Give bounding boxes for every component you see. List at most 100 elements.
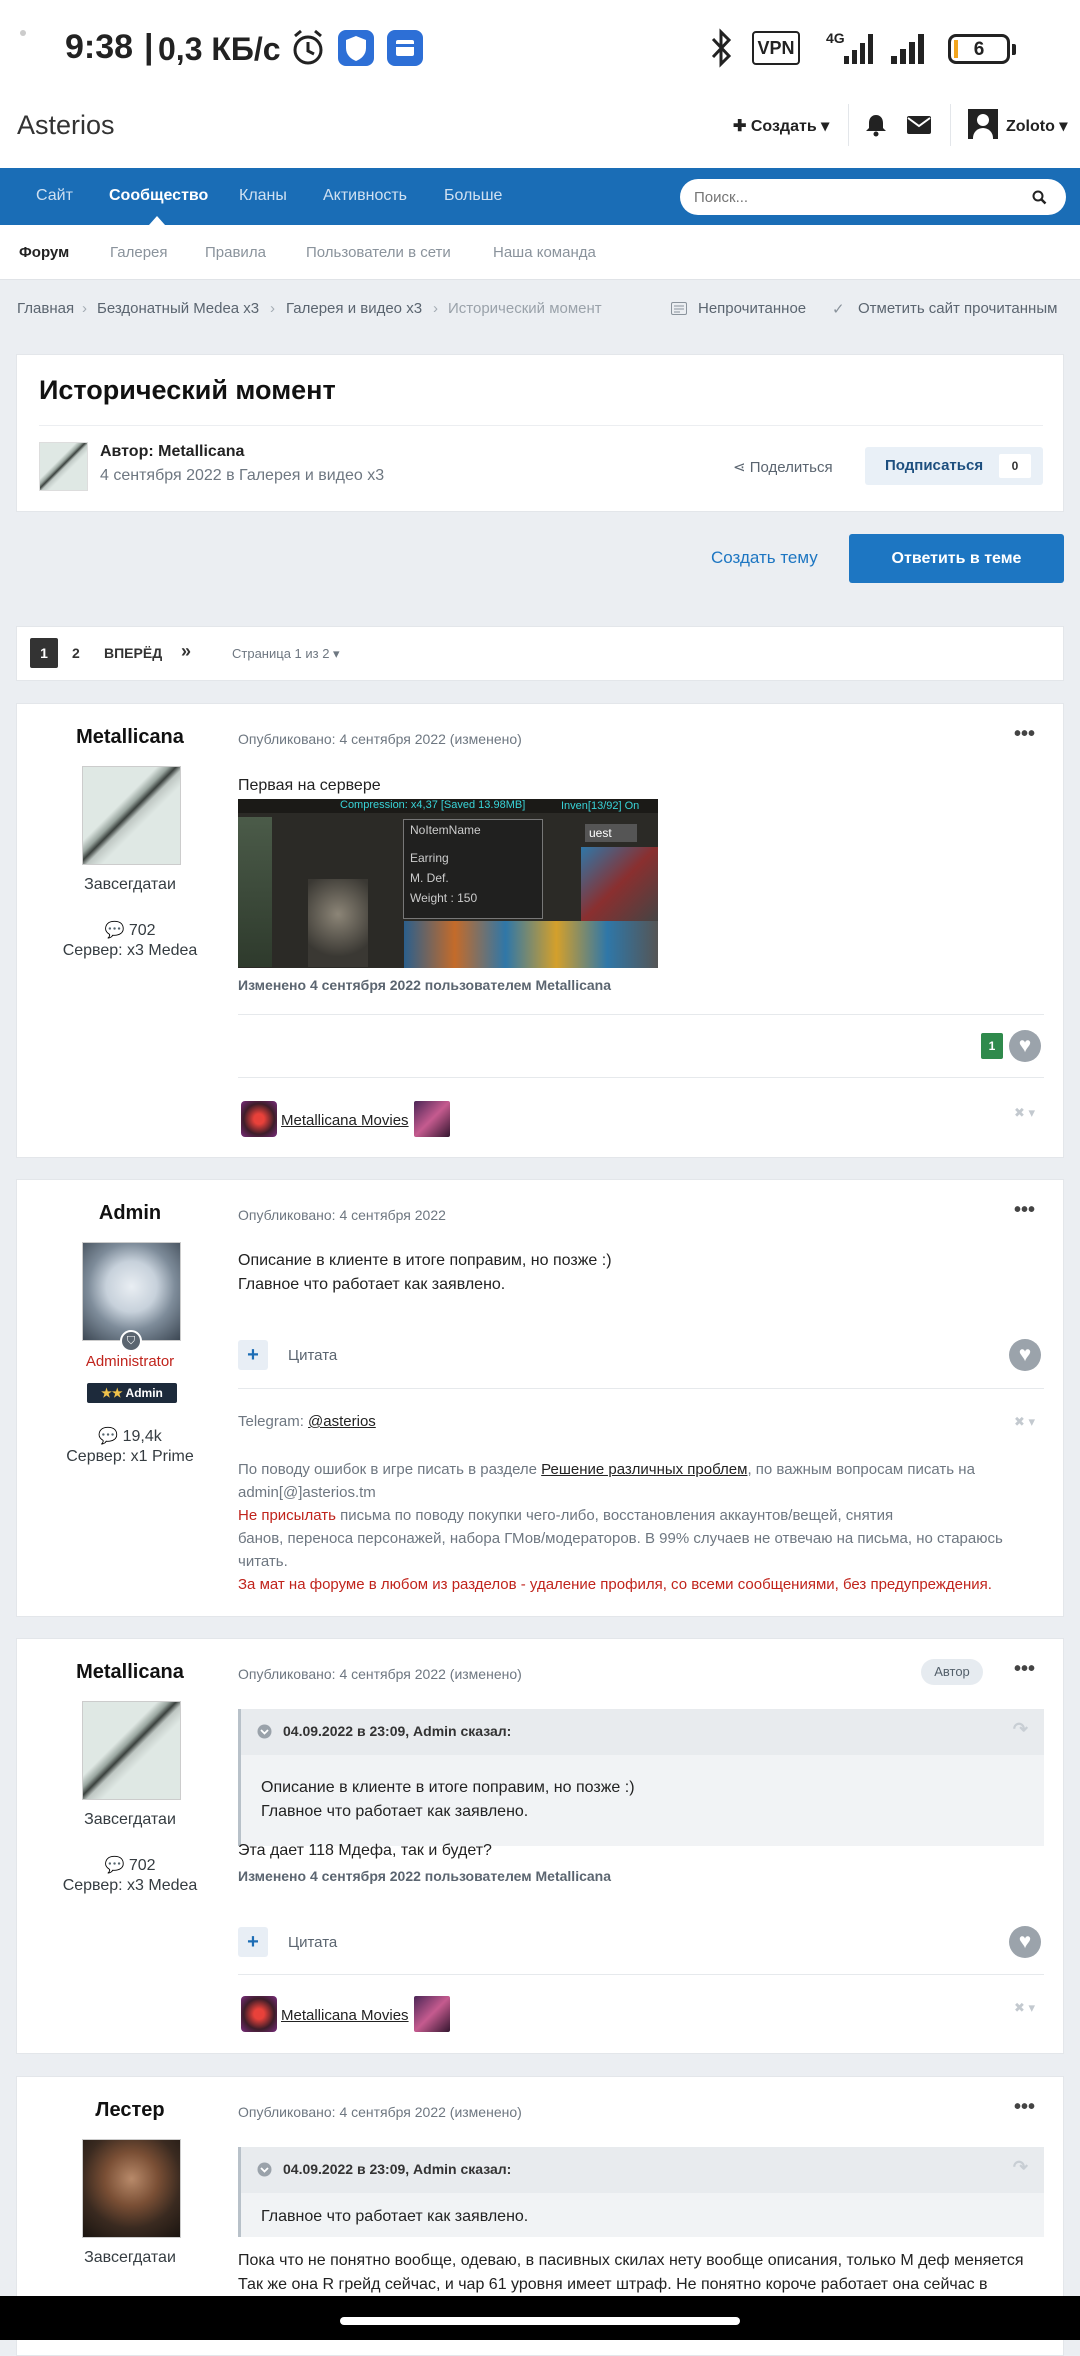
reply-button[interactable]: Ответить в теме [849, 534, 1064, 583]
nav-clans[interactable]: Кланы [239, 187, 287, 205]
follow-button[interactable]: Подписаться 0 [865, 447, 1043, 485]
collapse-chevron-icon [257, 1724, 272, 1739]
author-avatar[interactable] [82, 1701, 181, 1800]
messages-envelope-icon[interactable] [907, 116, 931, 134]
author-rank: Завсегдатаи [84, 876, 176, 893]
breadcrumb-separator-icon: › [270, 300, 275, 317]
nav-site[interactable]: Сайт [36, 187, 73, 205]
post-text: Первая на сервере [238, 777, 381, 794]
create-topic-link[interactable]: Создать тему [711, 548, 818, 568]
post-date[interactable]: Опубликовано: 4 сентября 2022 (изменено) [238, 1666, 522, 1682]
multiquote-plus-button[interactable]: + [238, 1927, 268, 1957]
checkmark-icon: ✓ [832, 301, 845, 318]
post-text-line: Так же она R грейд сейчас, и чар 61 уров… [238, 2276, 988, 2293]
breadcrumb-separator-icon: › [433, 300, 438, 317]
author-avatar[interactable] [82, 2139, 181, 2238]
breadcrumb-home[interactable]: Главная [17, 300, 74, 317]
page-jump[interactable]: Страница 1 из 2 ▾ [232, 646, 340, 662]
notifications-bell-icon[interactable] [865, 113, 887, 137]
quote-button[interactable]: Цитата [288, 1347, 337, 1364]
user-menu[interactable]: Zoloto ▾ [1006, 116, 1067, 136]
post-date[interactable]: Опубликовано: 4 сентября 2022 (изменено) [238, 2104, 522, 2120]
breadcrumb: Главная › Бездонатный Medea x3 › Галерея… [0, 280, 1080, 340]
search-icon[interactable] [1032, 190, 1047, 205]
nav-community[interactable]: Сообщество [109, 187, 208, 205]
author-avatar[interactable] [82, 1242, 181, 1341]
user-avatar[interactable] [968, 109, 998, 139]
subnav-online-users[interactable]: Пользователи в сети [306, 244, 451, 261]
breadcrumb-current: Исторический момент [448, 300, 602, 317]
home-gesture-handle[interactable] [340, 2317, 740, 2325]
topic-date: 4 сентября 2022 в Галерея и видео x3 [100, 467, 385, 484]
like-heart-icon[interactable] [1009, 1926, 1041, 1958]
author-role: Administrator [85, 1353, 175, 1370]
like-heart-icon[interactable] [1009, 1339, 1041, 1371]
create-button[interactable]: ✚ Создать ▾ [733, 116, 829, 136]
post-date[interactable]: Опубликовано: 4 сентября 2022 (изменено) [238, 731, 522, 747]
go-to-quote-icon: ↷ [1012, 1719, 1028, 1739]
nav-more[interactable]: Больше [444, 187, 502, 205]
hide-signature-icon[interactable]: ✖ ▾ [1014, 1414, 1035, 1430]
edited-note: Изменено 4 сентября 2022 пользователем M… [238, 977, 611, 993]
breadcrumb-section[interactable]: Галерея и видео x3 [286, 300, 422, 317]
topic-author-avatar[interactable] [39, 442, 88, 491]
page-1[interactable]: 1 [30, 638, 58, 668]
signature-link[interactable]: Metallicana Movies [281, 1112, 409, 1129]
post-screenshot-image[interactable]: Compression: x4,37 [Saved 13.98MB] Inven… [238, 799, 658, 968]
signature-image [414, 1101, 450, 1137]
author-name[interactable]: Metallicana [17, 1661, 243, 1684]
breadcrumb-forum[interactable]: Бездонатный Medea x3 [97, 300, 259, 317]
quote-button[interactable]: Цитата [288, 1934, 337, 1951]
signal-2-icon [891, 34, 924, 64]
subnav-rules[interactable]: Правила [205, 244, 266, 261]
next-page[interactable]: ВПЕРЁД [104, 645, 162, 661]
quote-text: Главное что работает как заявлено. [261, 1803, 529, 1820]
post: Metallicana Завсегдатаи 💬 702 Сервер: x3… [16, 703, 1064, 1158]
search-input[interactable] [694, 179, 1014, 215]
share-icon: ⋖ [733, 459, 746, 476]
post-menu-icon[interactable]: ••• [1014, 723, 1035, 746]
site-logo[interactable]: Asterios [17, 110, 115, 141]
author-badge: Автор [921, 1659, 983, 1685]
go-to-quote-icon: ↷ [1012, 2157, 1028, 2177]
author-name[interactable]: Лестер [17, 2099, 243, 2122]
quoted-post: 04.09.2022 в 23:09, Admin сказал: ↷ Опис… [238, 1709, 1044, 1846]
like-heart-icon[interactable] [1009, 1030, 1041, 1062]
quote-text: Описание в клиенте в итоге поправим, но … [261, 1779, 635, 1796]
post-menu-icon[interactable]: ••• [1014, 1199, 1035, 1222]
unread-link[interactable]: Непрочитанное [698, 300, 806, 317]
nav-activity[interactable]: Активность [323, 187, 407, 205]
hide-signature-icon[interactable]: ✖ ▾ [1014, 1105, 1035, 1121]
hide-signature-icon[interactable]: ✖ ▾ [1014, 2000, 1035, 2016]
post: Metallicana Завсегдатаи 💬 702 Сервер: x3… [16, 1638, 1064, 2054]
subnav-forum[interactable]: Форум [19, 244, 69, 261]
topic-author[interactable]: Автор: Metallicana [100, 443, 244, 461]
post: Admin ⛉ Administrator ★★ Admin 💬 19,4k С… [16, 1179, 1064, 1617]
post-date[interactable]: Опубликовано: 4 сентября 2022 [238, 1207, 446, 1223]
problems-section-link[interactable]: Решение различных проблем [541, 1461, 747, 1478]
post-count: 💬 702 [104, 922, 156, 939]
post-count: 💬 19,4k [98, 1428, 162, 1445]
signature-link[interactable]: Metallicana Movies [281, 2007, 409, 2024]
post-menu-icon[interactable]: ••• [1014, 1658, 1035, 1681]
quote-header[interactable]: 04.09.2022 в 23:09, Admin сказал: ↷ [241, 2147, 1044, 2193]
main-nav: Сайт Сообщество Кланы Активность Больше [0, 168, 1080, 225]
subnav-our-team[interactable]: Наша команда [493, 244, 596, 261]
subnav-gallery[interactable]: Галерея [110, 244, 168, 261]
last-page-icon[interactable]: » [181, 641, 191, 662]
author-avatar[interactable] [82, 766, 181, 865]
page-2[interactable]: 2 [72, 645, 80, 661]
search-box [680, 179, 1066, 215]
post-menu-icon[interactable]: ••• [1014, 2096, 1035, 2119]
quote-header[interactable]: 04.09.2022 в 23:09, Admin сказал: ↷ [241, 1709, 1044, 1755]
author-name[interactable]: Admin [17, 1202, 243, 1225]
telegram-link[interactable]: @asterios [308, 1413, 376, 1430]
quote-text: Главное что работает как заявлено. [261, 2208, 529, 2225]
multiquote-plus-button[interactable]: + [238, 1340, 268, 1370]
author-server: Сервер: x3 Medea [62, 1877, 198, 1894]
mark-site-read-link[interactable]: Отметить сайт прочитанным [858, 300, 1057, 317]
like-count: 1 [981, 1033, 1003, 1059]
topic-title: Исторический момент [39, 375, 336, 405]
share-button[interactable]: ⋖ Поделиться [733, 458, 833, 476]
author-name[interactable]: Metallicana [17, 726, 243, 749]
